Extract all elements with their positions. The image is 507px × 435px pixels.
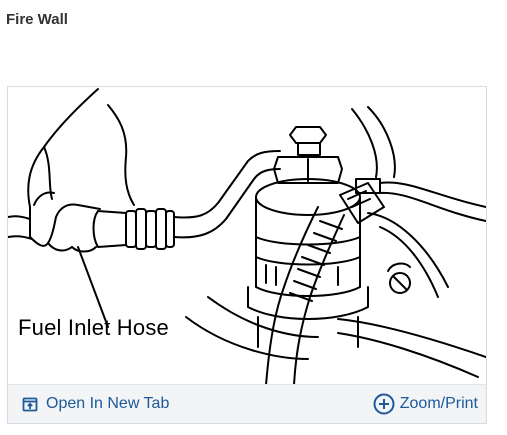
zoom-print-button[interactable]: Zoom/Print bbox=[373, 385, 478, 423]
open-in-new-tab-icon bbox=[22, 396, 38, 412]
fuel-inlet-hose-callout: Fuel Inlet Hose bbox=[18, 315, 169, 340]
open-in-new-tab-label: Open In New Tab bbox=[46, 395, 170, 412]
zoom-print-label: Zoom/Print bbox=[399, 395, 478, 412]
plus-circle-icon bbox=[373, 393, 395, 415]
figure-toolbar: Open In New Tab Zoom/Print bbox=[8, 384, 486, 423]
page-title: Fire Wall bbox=[6, 11, 68, 28]
figure-card: Fuel Inlet Hose Open In New Tab Zoom/Pri… bbox=[7, 86, 487, 424]
open-in-new-tab-button[interactable]: Open In New Tab bbox=[22, 385, 169, 423]
